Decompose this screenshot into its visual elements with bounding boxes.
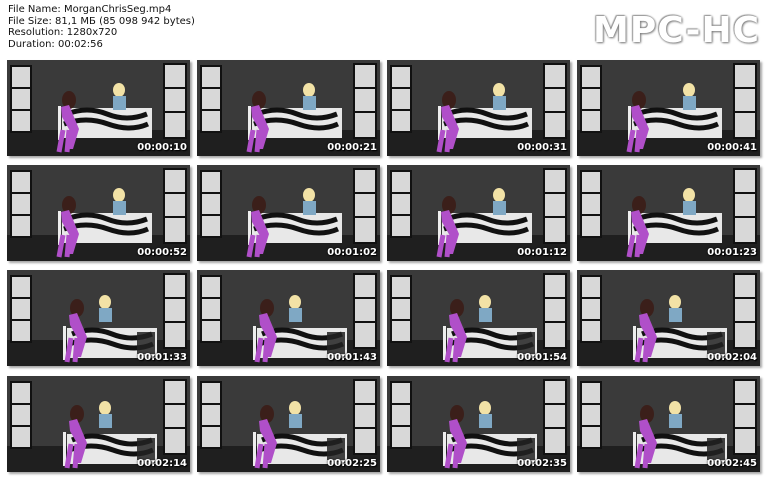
timestamp-label: 00:01:33 [137,352,187,363]
video-thumbnail[interactable]: 00:01:54 [387,270,570,366]
video-thumbnail[interactable]: 00:00:10 [7,60,190,156]
timestamp-label: 00:01:54 [517,352,567,363]
video-thumbnail[interactable]: 00:01:23 [577,165,760,261]
timestamp-label: 00:02:14 [137,458,187,469]
resolution: Resolution: 1280x720 [8,27,118,38]
timestamp-label: 00:00:10 [137,142,187,153]
video-thumbnail[interactable]: 00:02:04 [577,270,760,366]
timestamp-label: 00:00:21 [327,142,377,153]
timestamp-label: 00:02:35 [517,458,567,469]
timestamp-label: 00:00:52 [137,247,187,258]
video-thumbnail[interactable]: 00:02:35 [387,376,570,472]
video-thumbnail[interactable]: 00:02:25 [197,376,380,472]
video-thumbnail[interactable]: 00:00:41 [577,60,760,156]
video-thumbnail[interactable]: 00:01:33 [7,270,190,366]
timestamp-label: 00:00:31 [517,142,567,153]
mpc-hc-logo: MPC-HC [593,10,760,51]
timestamp-label: 00:02:25 [327,458,377,469]
file-size: File Size: 81,1 МБ (85 098 942 bytes) [8,15,195,27]
video-thumbnail[interactable]: 00:02:14 [7,376,190,472]
video-thumbnail[interactable]: 00:01:12 [387,165,570,261]
timestamp-label: 00:01:23 [707,247,757,258]
duration: Duration: 00:02:56 [8,38,103,50]
video-thumbnail[interactable]: 00:01:02 [197,165,380,261]
video-thumbnail[interactable]: 00:00:21 [197,60,380,156]
video-thumbnail[interactable]: 00:00:31 [387,60,570,156]
timestamp-label: 00:02:45 [707,458,757,469]
timestamp-label: 00:00:41 [707,142,757,153]
thumbnail-grid: 00:00:10 00:00:21 00:00:31 00:00:41 00:00:52… [7,60,763,478]
file-name: File Name: MorganChrisSeg.mp4 [8,4,172,15]
video-thumbnail[interactable]: 00:00:52 [7,165,190,261]
video-thumbnail[interactable]: 00:01:43 [197,270,380,366]
timestamp-label: 00:02:04 [707,352,757,363]
file-info-panel: File Name: MorganChrisSeg.mp4 File Size:… [8,4,195,50]
timestamp-label: 00:01:43 [327,352,377,363]
timestamp-label: 00:01:12 [517,247,567,258]
video-thumbnail[interactable]: 00:02:45 [577,376,760,472]
timestamp-label: 00:01:02 [327,247,377,258]
